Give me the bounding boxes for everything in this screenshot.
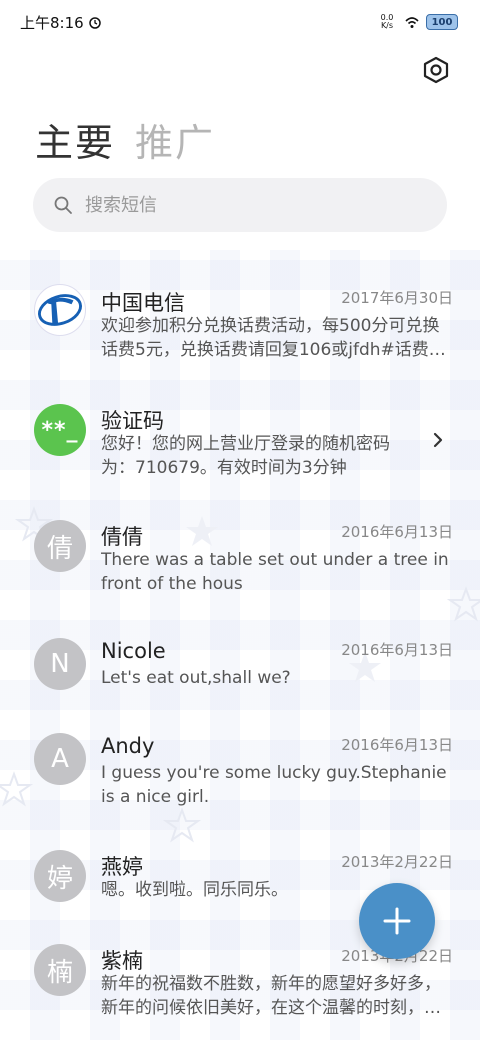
search-bar[interactable] <box>33 178 447 232</box>
search-input[interactable] <box>85 194 405 216</box>
status-time: 上午8:16 <box>20 13 84 32</box>
letter-avatar: A <box>34 733 86 785</box>
plus-icon <box>383 907 411 935</box>
conversation-name: 验证码 <box>101 409 164 433</box>
conversation-date: 2013年2月22日 <box>341 853 453 871</box>
telecom-logo-avatar <box>34 284 86 336</box>
conversation-row[interactable]: N Nicole 2016年6月13日 Let's eat out,shall … <box>0 636 480 736</box>
battery-level: 100 <box>431 16 453 28</box>
letter-avatar: 倩 <box>34 520 86 572</box>
letter-avatar: N <box>34 638 86 690</box>
conversation-preview: I guess you're some lucky guy.Stephanie … <box>101 763 447 807</box>
chevron-right-icon[interactable] <box>430 432 446 448</box>
conversation-name: 倩倩 <box>101 525 143 549</box>
status-bar: 上午8:16 0.0 K/s 100 <box>0 0 480 44</box>
conversation-name: 紫楠 <box>101 949 143 973</box>
network-speed: 0.0 K/s <box>380 13 394 30</box>
conversation-row[interactable]: A Andy 2016年6月13日 I guess you're some lu… <box>0 731 480 831</box>
search-icon <box>54 196 72 214</box>
tab-promo[interactable]: 推广 <box>135 112 215 167</box>
conversation-date: 2017年6月30日 <box>341 289 453 307</box>
conversation-preview: 欢迎参加积分兑换话费活动，每500分可兑换话费5元，兑换话费请回复106或jfd… <box>101 316 446 360</box>
wifi-icon <box>405 17 419 28</box>
conversation-row-code[interactable]: **_ 验证码 您好！您的网上营业厅登录的随机密码为：710679。有效时间为3… <box>0 402 480 502</box>
china-telecom-logo-icon <box>35 285 85 335</box>
settings-button[interactable] <box>420 54 452 86</box>
conversation-name: Nicole <box>101 639 166 663</box>
conversation-date: 2016年6月13日 <box>341 736 453 754</box>
letter-avatar: 婷 <box>34 850 86 902</box>
conversation-date: 2016年6月13日 <box>341 523 453 541</box>
conversation-name: 中国电信 <box>101 291 185 315</box>
conversation-preview: 您好！您的网上营业厅登录的随机密码为：710679。有效时间为3分钟 <box>101 434 390 478</box>
category-tabs: 主要 推广 <box>35 112 215 167</box>
conversation-name: 燕婷 <box>101 855 143 879</box>
tab-primary[interactable]: 主要 <box>35 112 115 167</box>
alarm-icon <box>88 17 101 29</box>
conversation-row[interactable]: 倩 倩倩 2016年6月13日 There was a table set ou… <box>0 518 480 618</box>
status-left: 上午8:16 <box>20 12 102 33</box>
conversation-preview: There was a table set out under a tree i… <box>101 550 449 594</box>
battery-icon: 100 <box>426 14 458 30</box>
letter-avatar: 楠 <box>34 944 86 996</box>
hexagon-settings-icon <box>423 56 449 84</box>
conversation-row-telecom[interactable]: 中国电信 2017年6月30日 欢迎参加积分兑换话费活动，每500分可兑换话费5… <box>0 284 480 384</box>
conversation-preview: 新年的祝福数不胜数，新年的愿望好多好多，新年的问候依旧美好，在这个温馨的时刻，送… <box>101 974 441 1018</box>
conversation-name: Andy <box>101 734 155 758</box>
conversation-preview: Let's eat out,shall we? <box>101 668 291 688</box>
code-avatar: **_ <box>34 404 86 456</box>
status-right: 0.0 K/s 100 <box>376 14 458 30</box>
conversation-date: 2016年6月13日 <box>341 641 453 659</box>
new-message-button[interactable] <box>359 883 435 959</box>
